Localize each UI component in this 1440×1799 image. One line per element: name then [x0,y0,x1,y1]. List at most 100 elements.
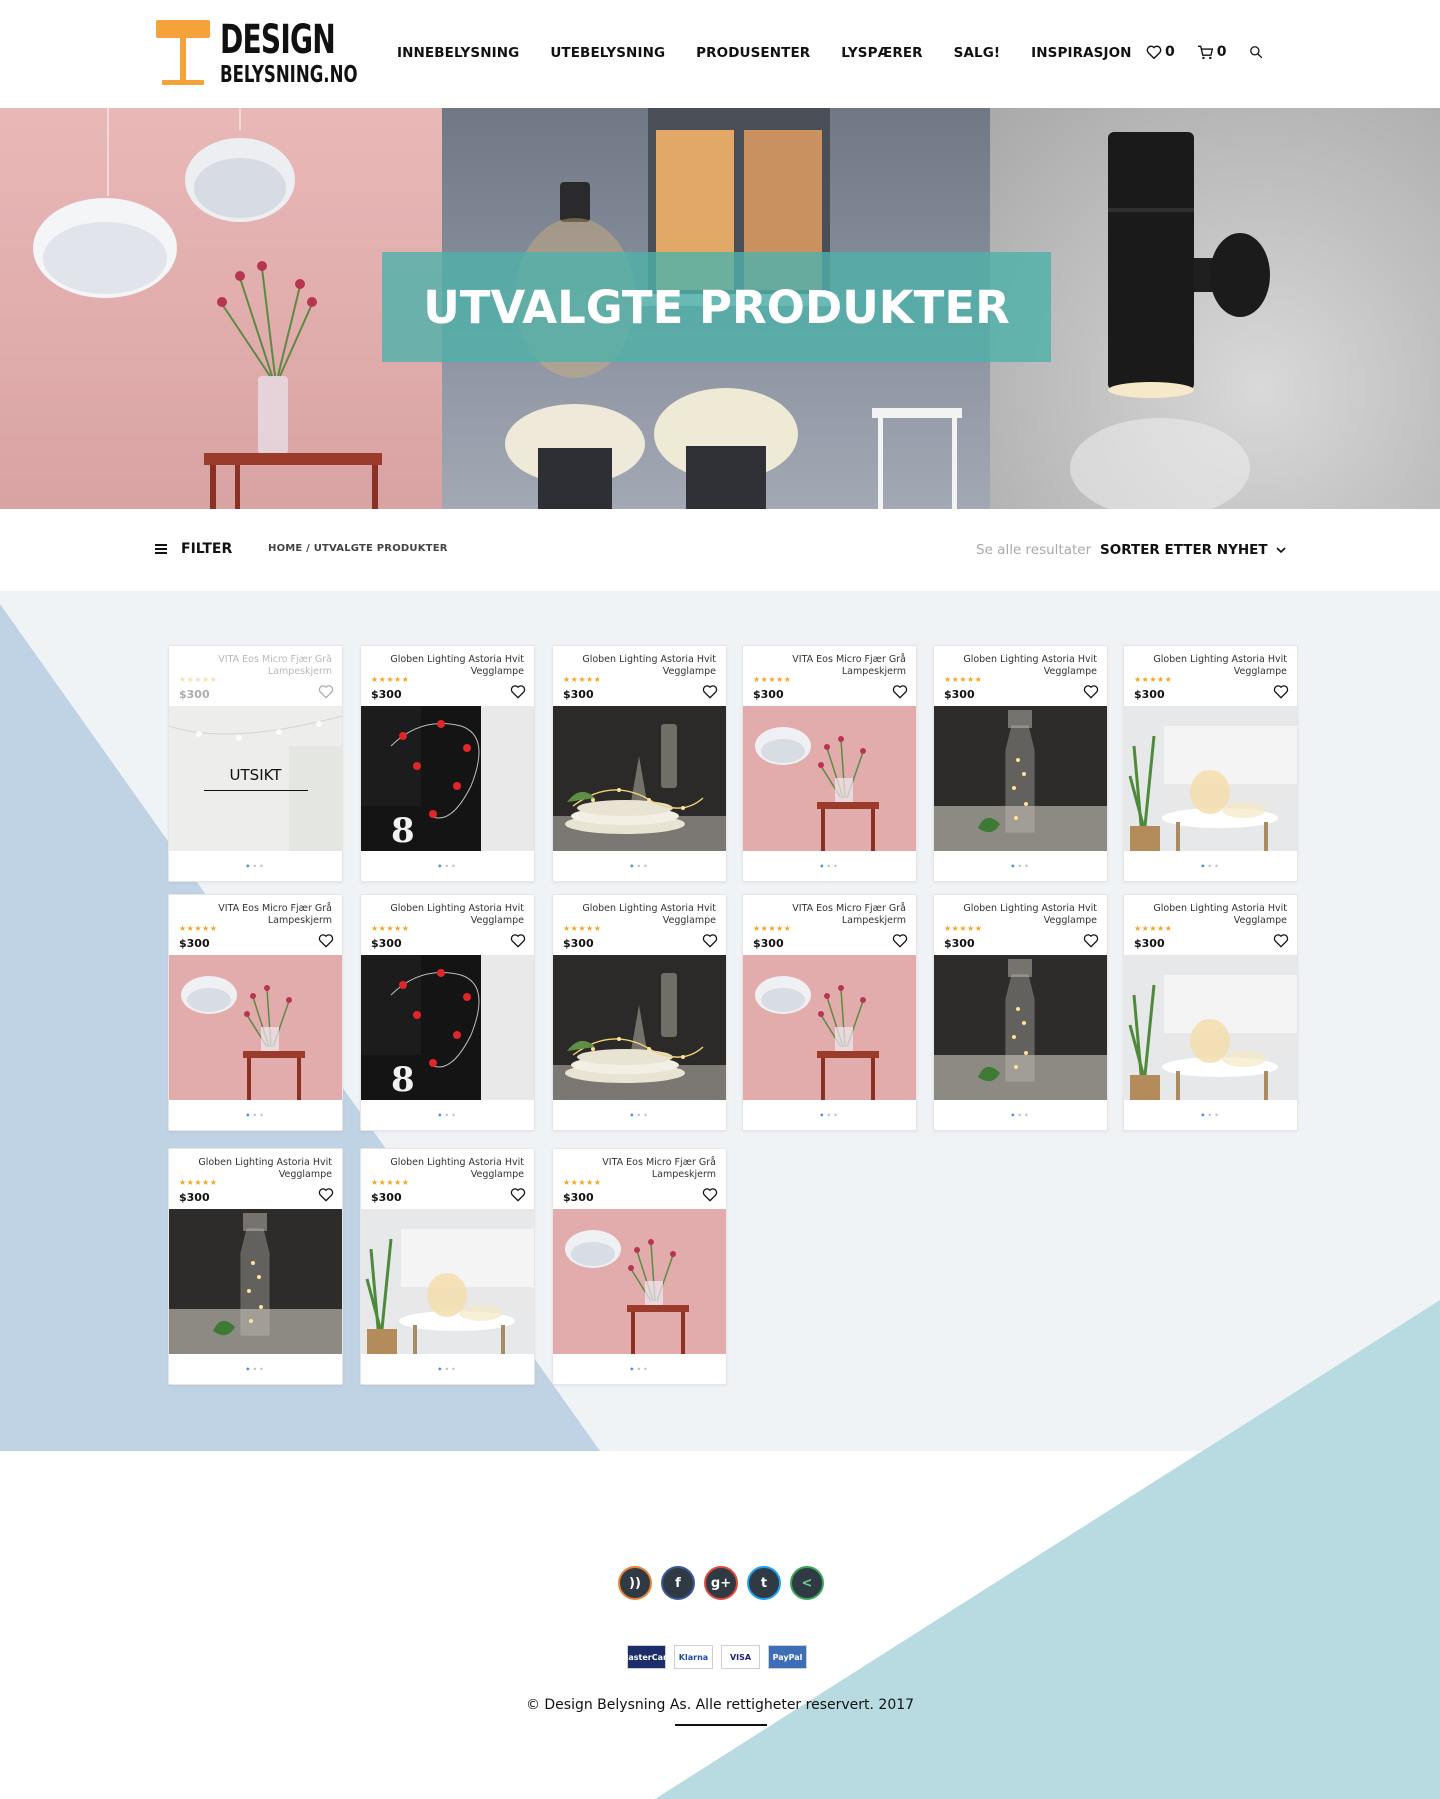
product-card[interactable]: Globen Lighting Astoria Hvit Vegglampe ★★… [360,894,535,1131]
google-plus-icon[interactable]: g+ [704,1566,738,1600]
listing-toolbar: FILTER HOME / UTVALGTE PRODUKTER Se alle… [0,509,1440,591]
heart-icon[interactable] [318,685,334,699]
product-card[interactable]: VITA Eos Micro Fjær Grå Lampeskjerm ★★★★★… [168,894,343,1131]
product-image[interactable] [553,1209,726,1354]
logo-text-belysning: BELYSNING.NO [220,62,358,88]
lamp-logo-icon [156,20,210,85]
product-card[interactable]: Globen Lighting Astoria Hvit Vegglampe ★★… [552,645,727,882]
wishlist-button[interactable]: 0 [1146,44,1175,60]
nav-inspirasjon[interactable]: INSPIRASJON [1031,45,1131,61]
product-card[interactable]: VITA Eos Micro Fjær Grå Lampeskjerm ★★★★★… [742,894,917,1131]
share-icon[interactable]: < [790,1566,824,1600]
product-card[interactable]: Globen Lighting Astoria Hvit Vegglampe ★★… [933,894,1108,1131]
product-image[interactable] [553,706,726,851]
heart-icon[interactable] [702,1188,718,1202]
product-image[interactable] [1124,706,1297,851]
product-card[interactable]: VITA Eos Micro Fjær Grå Lampeskjerm ★★★★★… [742,645,917,882]
product-price: $300 [563,937,594,950]
facebook-icon[interactable]: f [661,1566,695,1600]
product-card[interactable]: Globen Lighting Astoria Hvit Vegglampe ★★… [168,1148,343,1385]
rss-icon[interactable]: )) [618,1566,652,1600]
product-image[interactable] [553,955,726,1100]
heart-icon[interactable] [702,934,718,948]
product-image[interactable] [1124,955,1297,1100]
heart-icon[interactable] [510,685,526,699]
product-card[interactable]: VITA Eos Micro Fjær Grå Lampeskjerm ★★★★★… [168,645,343,882]
product-image[interactable] [743,706,916,851]
search-icon [1249,46,1262,59]
carousel-dots[interactable]: ••• [361,862,534,871]
heart-icon[interactable] [1273,685,1289,699]
quick-view-overlay[interactable]: UTSIKT [169,706,342,851]
cart-button[interactable]: 0 [1197,44,1227,60]
product-image[interactable]: 8 [361,706,534,851]
nav-utebelysning[interactable]: UTEBELYSNING [550,45,665,61]
rating-stars: ★★★★★ [753,675,792,684]
wishlist-count: 0 [1165,44,1175,60]
heart-icon[interactable] [510,1188,526,1202]
heart-icon[interactable] [1083,685,1099,699]
heart-icon[interactable] [318,934,334,948]
product-card[interactable]: Globen Lighting Astoria Hvit Vegglampe ★★… [360,645,535,882]
rating-stars: ★★★★★ [179,1178,218,1187]
quick-view-button[interactable]: UTSIKT [203,766,308,791]
carousel-dots[interactable]: ••• [553,1111,726,1120]
breadcrumb-current: UTVALGTE PRODUKTER [313,543,448,554]
product-card[interactable]: Globen Lighting Astoria Hvit Vegglampe ★★… [552,894,727,1131]
twitter-icon[interactable]: t [747,1566,781,1600]
product-image[interactable] [934,955,1107,1100]
footer-divider [675,1724,767,1726]
filter-button[interactable]: FILTER [155,541,232,557]
product-image[interactable] [361,1209,534,1354]
carousel-dots[interactable]: ••• [169,862,342,871]
visa-logo: VISA [721,1645,760,1669]
product-image[interactable] [169,955,342,1100]
sort-dropdown[interactable]: SORTER ETTER NYHET [1100,542,1286,558]
heart-icon[interactable] [892,685,908,699]
search-button[interactable] [1249,45,1266,59]
rating-stars: ★★★★★ [179,675,218,684]
heart-icon[interactable] [892,934,908,948]
nav-produsenter[interactable]: PRODUSENTER [696,45,810,61]
results-label[interactable]: Se alle resultater [976,542,1091,558]
carousel-dots[interactable]: ••• [553,1365,726,1374]
product-price: $300 [753,688,784,701]
product-card[interactable]: Globen Lighting Astoria Hvit Vegglampe ★★… [1123,645,1298,882]
site-logo[interactable]: DESIGN BELYSNING.NO [156,18,358,90]
heart-icon[interactable] [702,685,718,699]
sort-label: SORTER ETTER NYHET [1100,542,1268,558]
nav-salg[interactable]: SALG! [954,45,1001,61]
carousel-dots[interactable]: ••• [361,1111,534,1120]
carousel-dots[interactable]: ••• [169,1365,342,1374]
carousel-dots[interactable]: ••• [169,1111,342,1120]
carousel-dots[interactable]: ••• [743,1111,916,1120]
heart-icon[interactable] [510,934,526,948]
nav-innebelysning[interactable]: INNEBELYSNING [397,45,519,61]
heart-icon[interactable] [318,1188,334,1202]
product-card[interactable]: Globen Lighting Astoria Hvit Vegglampe ★★… [1123,894,1298,1131]
nav-lyspaerer[interactable]: LYSPÆRER [841,45,922,61]
carousel-dots[interactable]: ••• [1124,1111,1297,1120]
product-image[interactable] [934,706,1107,851]
carousel-dots[interactable]: ••• [553,862,726,871]
breadcrumb-home[interactable]: HOME / [268,543,310,554]
paypal-logo: PayPal [768,1645,807,1669]
carousel-dots[interactable]: ••• [934,1111,1107,1120]
carousel-dots[interactable]: ••• [1124,862,1297,871]
product-card[interactable]: VITA Eos Micro Fjær Grå Lampeskjerm ★★★★★… [552,1148,727,1385]
product-image[interactable] [743,955,916,1100]
product-image[interactable]: UTSIKT [169,706,342,851]
carousel-dots[interactable]: ••• [743,862,916,871]
product-price: $300 [1134,688,1165,701]
carousel-dots[interactable]: ••• [934,862,1107,871]
product-card[interactable]: Globen Lighting Astoria Hvit Vegglampe ★★… [933,645,1108,882]
rating-stars: ★★★★★ [563,924,602,933]
product-image[interactable]: 8 [361,955,534,1100]
carousel-dots[interactable]: ••• [361,1365,534,1374]
heart-icon[interactable] [1273,934,1289,948]
product-card[interactable]: Globen Lighting Astoria Hvit Vegglampe ★★… [360,1148,535,1385]
filter-label: FILTER [181,541,233,557]
product-image[interactable] [169,1209,342,1354]
hero-image-pink-room [0,108,442,509]
heart-icon[interactable] [1083,934,1099,948]
